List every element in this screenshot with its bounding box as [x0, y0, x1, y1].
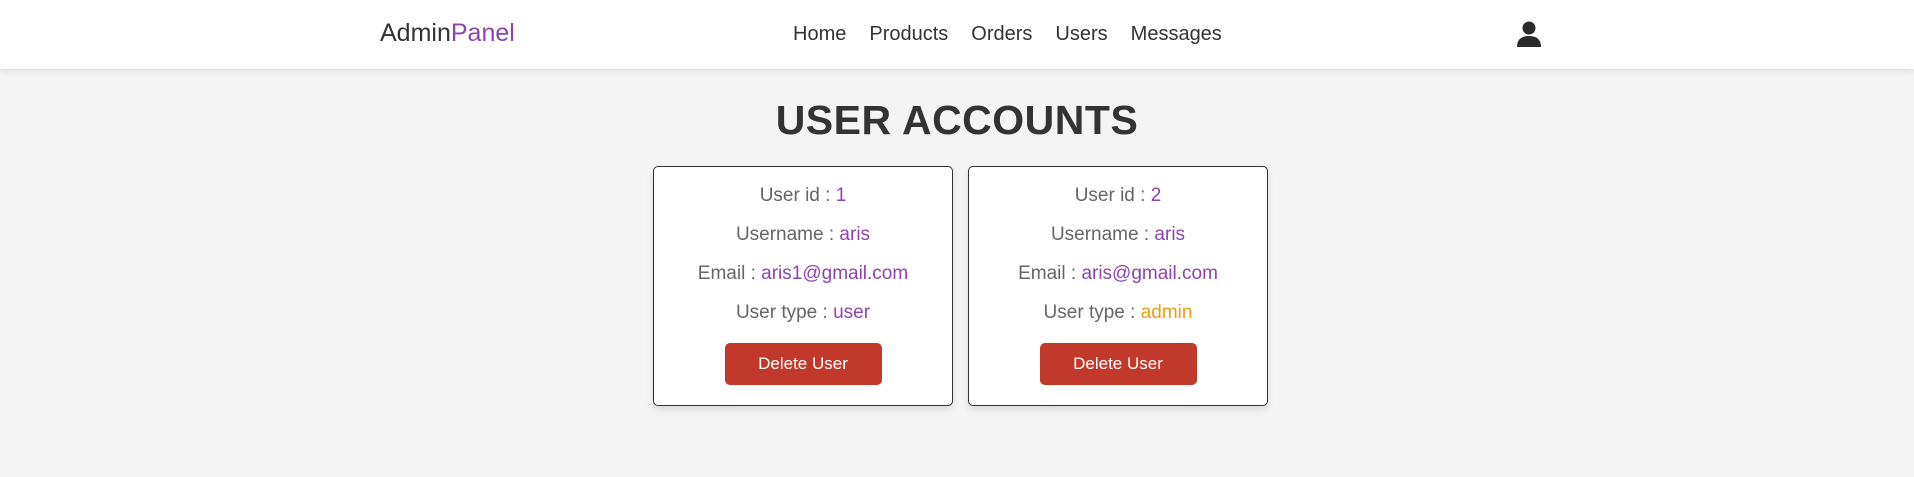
username-row: Username : aris	[969, 225, 1267, 264]
email-label: Email :	[697, 263, 762, 284]
nav-messages[interactable]: Messages	[1131, 23, 1222, 46]
page-title: USER ACCOUNTS	[775, 97, 1139, 143]
nav-users[interactable]: Users	[1055, 23, 1107, 46]
user-id-value: 2	[1150, 185, 1162, 206]
delete-user-button[interactable]: Delete User	[724, 343, 882, 385]
user-id-row: User id : 2	[969, 186, 1267, 225]
user-icon[interactable]	[1515, 20, 1543, 48]
user-id-label: User id :	[1074, 185, 1151, 206]
admin-panel-logo[interactable]: AdminPanel	[380, 19, 515, 48]
user-cards-container: User id : 1 Username : aris Email : aris…	[653, 166, 1268, 406]
user-type-value: user	[833, 302, 871, 323]
main-nav: Home Products Orders Users Messages	[793, 23, 1222, 46]
username-label: Username :	[1050, 224, 1155, 245]
username-row: Username : aris	[654, 225, 952, 264]
user-type-row: User type : user	[654, 303, 952, 342]
top-header: AdminPanel Home Products Orders Users Me…	[0, 0, 1914, 69]
email-row: Email : aris@gmail.com	[969, 264, 1267, 303]
user-type-label: User type :	[1043, 302, 1141, 323]
user-card: User id : 1 Username : aris Email : aris…	[653, 166, 953, 406]
email-label: Email :	[1018, 263, 1082, 284]
user-card: User id : 2 Username : aris Email : aris…	[968, 166, 1268, 406]
logo-accent-text: Panel	[450, 19, 515, 47]
username-value: aris	[839, 224, 871, 245]
user-id-row: User id : 1	[654, 186, 952, 225]
email-value: aris1@gmail.com	[761, 263, 909, 284]
user-id-value: 1	[835, 185, 847, 206]
email-row: Email : aris1@gmail.com	[654, 264, 952, 303]
user-silhouette-icon	[1517, 21, 1541, 47]
nav-home[interactable]: Home	[793, 23, 846, 46]
user-type-row: User type : admin	[969, 303, 1267, 342]
logo-main-text: Admin	[380, 19, 451, 47]
nav-products[interactable]: Products	[869, 23, 948, 46]
user-id-label: User id :	[759, 185, 836, 206]
username-label: Username :	[735, 224, 840, 245]
user-type-value: admin	[1140, 302, 1193, 323]
username-value: aris	[1154, 224, 1186, 245]
email-value: aris@gmail.com	[1081, 263, 1218, 284]
user-type-label: User type :	[735, 302, 834, 323]
nav-orders[interactable]: Orders	[971, 23, 1032, 46]
delete-user-button[interactable]: Delete User	[1039, 343, 1197, 385]
